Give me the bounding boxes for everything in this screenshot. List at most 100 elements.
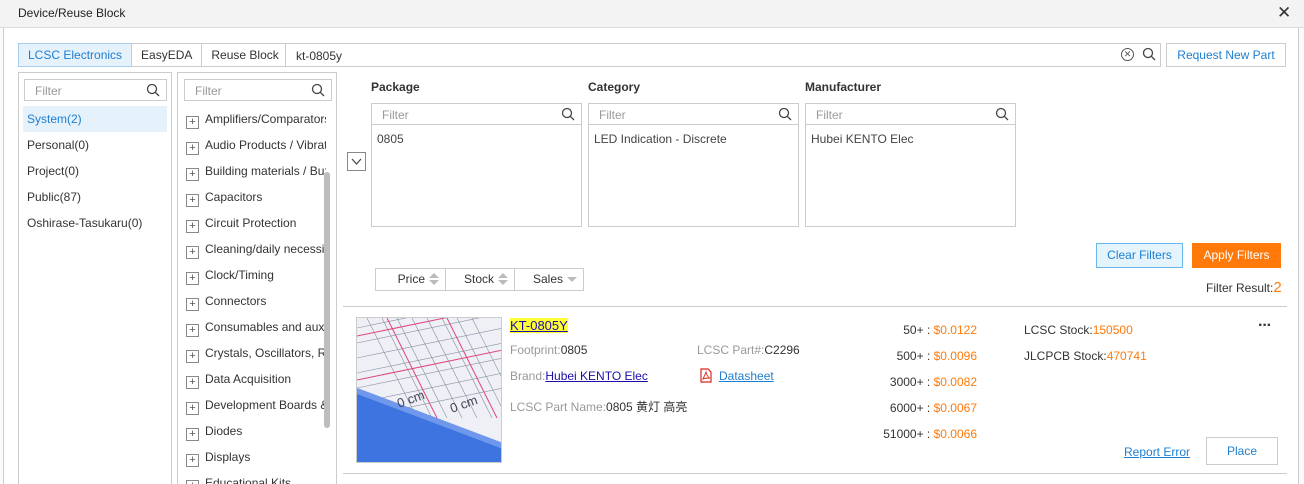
category-item[interactable]: + Audio Products / Vibration xyxy=(186,132,326,158)
price-tier: 51000+ : $0.0066 xyxy=(860,427,977,441)
search-icon[interactable] xyxy=(1142,47,1156,61)
price-qty: 50+ : xyxy=(903,323,934,337)
category-filter-panel: Filter LED Indication - Discrete xyxy=(588,103,799,227)
lcsc-part-value: C2296 xyxy=(764,343,800,357)
brand-link[interactable]: Hubei KENTO Elec xyxy=(545,369,648,383)
clear-filters-button[interactable]: Clear Filters xyxy=(1096,243,1183,268)
category-item[interactable]: + Building materials / Buzzers xyxy=(186,158,326,184)
expand-plus-icon[interactable]: + xyxy=(186,402,199,415)
lcsc-stock-value: 150500 xyxy=(1092,323,1133,337)
expand-plus-icon[interactable]: + xyxy=(186,376,199,389)
expand-filters-button[interactable] xyxy=(347,152,366,171)
library-item-system[interactable]: System(2) xyxy=(23,106,167,132)
library-filter-input[interactable]: Filter xyxy=(24,79,167,101)
expand-plus-icon[interactable]: + xyxy=(186,194,199,207)
category-label: Development Boards & Kits xyxy=(205,398,326,412)
category-option-filter-placeholder: Filter xyxy=(599,108,626,122)
expand-plus-icon[interactable]: + xyxy=(186,480,199,484)
part-name-link[interactable]: KT-0805Y xyxy=(510,318,568,333)
brand-field: Brand:Hubei KENTO Elec xyxy=(510,369,648,383)
sort-sales[interactable]: Sales xyxy=(515,269,583,290)
price-value: $0.0096 xyxy=(933,349,977,363)
sort-arrows-icon xyxy=(429,272,439,287)
place-button[interactable]: Place xyxy=(1206,437,1278,465)
category-item[interactable]: + Displays xyxy=(186,444,326,470)
expand-plus-icon[interactable]: + xyxy=(186,350,199,363)
expand-plus-icon[interactable]: + xyxy=(186,220,199,233)
category-item[interactable]: + Circuit Protection xyxy=(186,210,326,236)
expand-plus-icon[interactable]: + xyxy=(186,142,199,155)
expand-plus-icon[interactable]: + xyxy=(186,428,199,441)
library-item-public[interactable]: Public(87) xyxy=(23,184,167,210)
search-icon xyxy=(778,107,792,121)
price-value: $0.0122 xyxy=(933,323,977,337)
search-input[interactable]: kt-0805y ✕ xyxy=(285,43,1161,67)
category-label: Building materials / Buzzers xyxy=(205,164,326,178)
jlcpcb-stock-label: JLCPCB Stock: xyxy=(1024,349,1107,363)
category-item[interactable]: + Capacitors xyxy=(186,184,326,210)
sort-stock[interactable]: Stock xyxy=(446,269,515,290)
price-qty: 6000+ : xyxy=(889,401,934,415)
library-item-personal[interactable]: Personal(0) xyxy=(23,132,167,158)
more-options-icon[interactable]: ··· xyxy=(1258,317,1272,335)
manufacturer-filter-input[interactable]: Filter xyxy=(805,103,1016,125)
apply-filters-button[interactable]: Apply Filters xyxy=(1192,243,1281,268)
close-icon[interactable]: ✕ xyxy=(1277,3,1291,23)
footprint-field: Footprint:0805 xyxy=(510,343,587,357)
manufacturer-filter-panel: Filter Hubei KENTO Elec xyxy=(805,103,1016,227)
category-item[interactable]: + Consumables and auxiliary xyxy=(186,314,326,340)
clear-search-icon[interactable]: ✕ xyxy=(1121,48,1134,61)
category-item[interactable]: + Development Boards & Kits xyxy=(186,392,326,418)
lcsc-part-label: LCSC Part#: xyxy=(697,343,765,357)
category-option-filter-input[interactable]: Filter xyxy=(588,103,799,125)
jlcpcb-stock: JLCPCB Stock:470741 xyxy=(1024,349,1147,363)
category-item[interactable]: + Crystals, Oscillators, Resonators xyxy=(186,340,326,366)
tab-easyeda[interactable]: EasyEDA xyxy=(131,43,202,67)
category-scrollbar[interactable] xyxy=(324,172,330,428)
category-label: Crystals, Oscillators, Resonators xyxy=(205,346,326,360)
footprint-value: 0805 xyxy=(560,343,588,357)
library-item-project[interactable]: Project(0) xyxy=(23,158,167,184)
category-option[interactable]: LED Indication - Discrete xyxy=(594,132,727,146)
library-item-oshirase[interactable]: Oshirase-Tasukaru(0) xyxy=(23,210,167,236)
category-filter-input[interactable]: Filter xyxy=(184,79,332,101)
package-option[interactable]: 0805 xyxy=(377,132,404,146)
manufacturer-filter-placeholder: Filter xyxy=(816,108,843,122)
price-tier: 50+ : $0.0122 xyxy=(860,323,977,337)
filter-result: Filter Result:2 xyxy=(1206,279,1282,296)
category-item[interactable]: + Amplifiers/Comparators xyxy=(186,106,326,132)
tab-reuse-block[interactable]: Reuse Block xyxy=(201,43,288,67)
price-qty: 500+ : xyxy=(896,349,934,363)
tab-lcsc-electronics[interactable]: LCSC Electronics xyxy=(18,43,132,67)
expand-plus-icon[interactable]: + xyxy=(186,168,199,181)
price-value: $0.0067 xyxy=(933,401,977,415)
category-label: Displays xyxy=(205,450,251,464)
category-label: Amplifiers/Comparators xyxy=(205,112,326,126)
expand-plus-icon[interactable]: + xyxy=(186,298,199,311)
category-item[interactable]: + Data Acquisition xyxy=(186,366,326,392)
category-label: Capacitors xyxy=(205,190,263,204)
price-tier: 3000+ : $0.0082 xyxy=(860,375,977,389)
category-label: Cleaning/daily necessities xyxy=(205,242,326,256)
request-new-part-button[interactable]: Request New Part xyxy=(1166,43,1286,67)
report-error-link[interactable]: Report Error xyxy=(1124,445,1190,459)
background-window-edge-left xyxy=(0,28,4,484)
sort-price[interactable]: Price xyxy=(376,269,446,290)
category-item[interactable]: + Connectors xyxy=(186,288,326,314)
manufacturer-filter-heading: Manufacturer xyxy=(805,80,882,94)
expand-plus-icon[interactable]: + xyxy=(186,272,199,285)
price-qty: 51000+ : xyxy=(883,427,934,441)
part-thumbnail[interactable]: 0 cm 0 cm xyxy=(356,317,502,463)
datasheet-link[interactable]: Datasheet xyxy=(699,368,774,383)
expand-plus-icon[interactable]: + xyxy=(186,454,199,467)
price-value: $0.0066 xyxy=(933,427,977,441)
category-item[interactable]: + Diodes xyxy=(186,418,326,444)
expand-plus-icon[interactable]: + xyxy=(186,324,199,337)
expand-plus-icon[interactable]: + xyxy=(186,246,199,259)
category-item[interactable]: + Clock/Timing xyxy=(186,262,326,288)
manufacturer-option[interactable]: Hubei KENTO Elec xyxy=(811,132,914,146)
category-item[interactable]: + Educational Kits xyxy=(186,470,326,484)
category-item[interactable]: + Cleaning/daily necessities xyxy=(186,236,326,262)
expand-plus-icon[interactable]: + xyxy=(186,116,199,129)
package-filter-input[interactable]: Filter xyxy=(371,103,582,125)
